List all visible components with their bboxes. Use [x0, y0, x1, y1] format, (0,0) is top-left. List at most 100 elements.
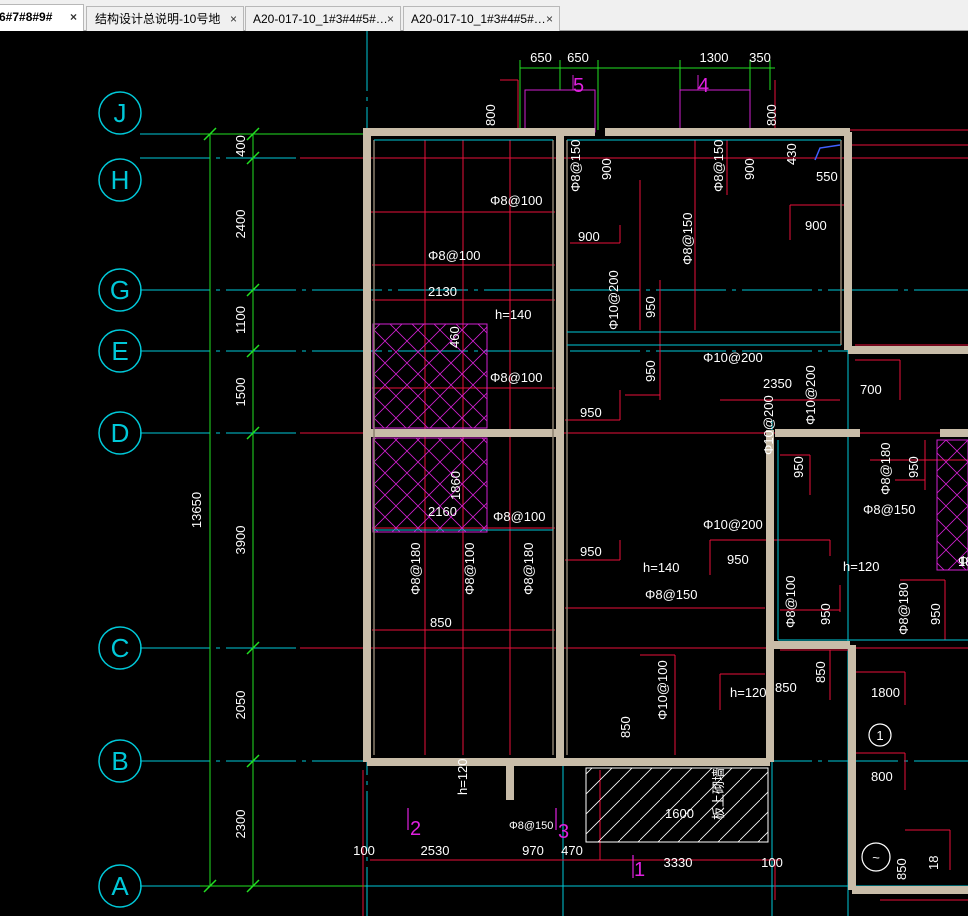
axis-label-h: H	[111, 165, 130, 195]
top-dim: 650	[567, 50, 589, 65]
annotation: 2160	[428, 504, 457, 519]
dim-spacing: 1100	[233, 306, 248, 334]
annotation: h=140	[495, 307, 532, 322]
annotation: 950	[818, 603, 833, 625]
circle-mark-label: 1	[876, 728, 883, 743]
annotation: Φ8@150	[711, 140, 726, 193]
annotation: 850	[894, 858, 909, 880]
drawing-canvas[interactable]: J H G E D C B A 13650 400 2400 1100 1500…	[0, 31, 968, 916]
annotation: Φ8@100	[462, 543, 477, 596]
section-mark: 1	[634, 859, 645, 881]
axis-label-j: J	[114, 98, 127, 128]
dim-spacing: 2400	[233, 210, 248, 239]
tab-6789[interactable]: 6#7#8#9# ×	[0, 4, 84, 31]
hatch-slab-right	[936, 439, 968, 571]
annotation: h=120	[455, 758, 470, 795]
top-openings	[524, 75, 751, 133]
annotation: Φ10@200	[703, 350, 763, 365]
annotation: 950	[643, 296, 658, 318]
annotation: 950	[580, 405, 602, 420]
annotation: 950	[643, 360, 658, 382]
annotation: 850	[430, 615, 452, 630]
annotation: 900	[742, 158, 757, 180]
bottom-dim: 2530	[421, 843, 450, 858]
annotation: Φ10@200	[703, 517, 763, 532]
annotation: Φ10@100	[655, 660, 670, 720]
axis-lines	[140, 31, 968, 916]
annotation: Φ8@150	[680, 213, 695, 266]
annotation: Φ8@100	[493, 509, 546, 524]
annotation: 900	[578, 229, 600, 244]
circle-mark-label: ~	[872, 850, 880, 865]
axis-label-g: G	[110, 275, 130, 305]
top-dim: 350	[749, 50, 771, 65]
annotation: Φ8@100	[428, 248, 481, 263]
axis-label-d: D	[111, 418, 130, 448]
close-tab-icon[interactable]: ×	[70, 6, 77, 28]
dim-spacing: 2300	[233, 810, 248, 839]
annotation: 2350	[763, 376, 792, 391]
tab-label: 结构设计总说明-10号地	[95, 12, 221, 26]
document-tab-bar: 6#7#8#9# × 结构设计总说明-10号地 × A20-017-10_1#3…	[0, 0, 968, 31]
bottom-dim: 970	[522, 843, 544, 858]
bottom-dim: 100	[353, 843, 375, 858]
top-dim: 650	[530, 50, 552, 65]
annotation: h=140	[643, 560, 680, 575]
annotation: 950	[580, 544, 602, 559]
tab-label: A20-017-10_1#3#4#5#…	[411, 12, 546, 26]
axis-label-b: B	[111, 746, 128, 776]
axis-label-e: E	[111, 336, 128, 366]
annotation: Φ8@100	[490, 370, 543, 385]
close-tab-icon[interactable]: ×	[230, 8, 237, 30]
annotation: 850	[618, 716, 633, 738]
axis-label-a: A	[111, 871, 129, 901]
annotation: 900	[805, 218, 827, 233]
close-tab-icon[interactable]: ×	[546, 8, 553, 30]
section-mark: 2	[410, 818, 421, 840]
annotation: Φ10@200	[606, 270, 621, 330]
annotation: Φ8@150	[509, 820, 553, 832]
annotation: 950	[906, 456, 921, 478]
left-dimension-chain	[200, 127, 365, 893]
dim-total: 13650	[189, 492, 204, 528]
annotation: 1860	[448, 471, 463, 500]
axis-label-c: C	[111, 633, 130, 663]
annotation: Φ8@180	[408, 543, 423, 596]
annotation: 18	[926, 856, 941, 870]
section-mark: 3	[558, 821, 569, 843]
section-mark: 4	[698, 75, 709, 97]
annotation: h=120	[843, 559, 880, 574]
dim-spacing: 1500	[233, 378, 248, 407]
tab-a20-017-10-b[interactable]: A20-017-10_1#3#4#5#… ×	[403, 6, 560, 31]
annotation: 2130	[428, 284, 457, 299]
dim-spacing: 400	[233, 135, 248, 157]
dim-spacing: 2050	[233, 691, 248, 720]
section-mark: 5	[573, 75, 584, 97]
close-tab-icon[interactable]: ×	[387, 8, 394, 30]
annotation: 850	[775, 680, 797, 695]
annotation: 850	[813, 661, 828, 683]
annotation: Φ8@150	[645, 587, 698, 602]
annotation: 800	[483, 104, 498, 126]
dim-spacing: 3900	[233, 526, 248, 555]
annotation: Φ8@100	[783, 576, 798, 629]
annotation: Φ8@180	[521, 543, 536, 596]
annotation: 板上砌墙	[711, 768, 726, 820]
annotation: Φ8@100	[490, 193, 543, 208]
annotation: 800	[764, 104, 779, 126]
annotation: 900	[599, 158, 614, 180]
annotation: Φ10@200	[803, 365, 818, 425]
annotation: h=120	[730, 685, 767, 700]
hatch-slab-upper	[372, 323, 488, 429]
annotation: 950	[928, 603, 943, 625]
tab-a20-017-10-a[interactable]: A20-017-10_1#3#4#5#… ×	[245, 6, 401, 31]
tab-label: 6#7#8#9#	[0, 10, 53, 24]
annotation: Φ10@200	[761, 395, 776, 455]
annotation: 800	[871, 769, 893, 784]
annotation: 950	[727, 552, 749, 567]
annotation: 1800	[871, 685, 900, 700]
annotation: 460	[447, 326, 462, 348]
tab-structural-notes[interactable]: 结构设计总说明-10号地 ×	[86, 6, 244, 31]
bottom-dim: 470	[561, 843, 583, 858]
bottom-dim: 100	[761, 855, 783, 870]
